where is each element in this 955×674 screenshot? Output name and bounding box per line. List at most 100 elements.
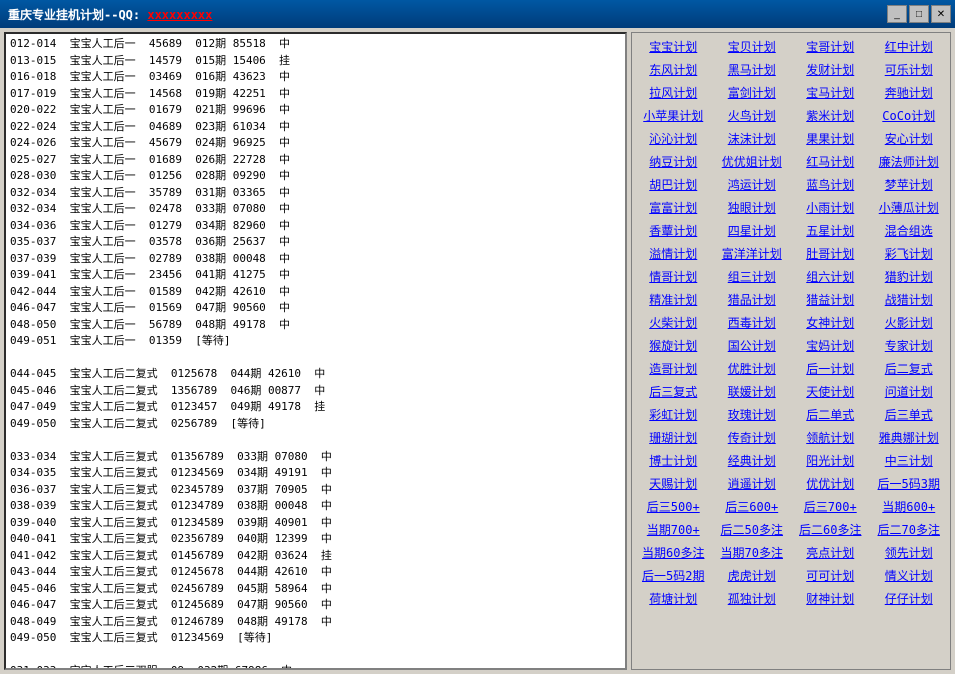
link-item[interactable]: 后三单式 [870,403,949,426]
link-item[interactable]: 胡巴计划 [634,173,713,196]
link-item[interactable]: 优胜计划 [713,357,792,380]
link-item[interactable]: 财神计划 [791,587,870,610]
link-item[interactable]: 博士计划 [634,449,713,472]
link-item[interactable]: 小苹果计划 [634,104,713,127]
link-item[interactable]: 后二70多注 [870,518,949,541]
link-item[interactable]: 后二复式 [870,357,949,380]
link-item[interactable]: CoCo计划 [870,104,949,127]
link-item[interactable]: 当期700+ [634,518,713,541]
link-item[interactable]: 领航计划 [791,426,870,449]
link-item[interactable]: 果果计划 [791,127,870,150]
link-item[interactable]: 火柴计划 [634,311,713,334]
link-item[interactable]: 天赐计划 [634,472,713,495]
link-item[interactable]: 组三计划 [713,265,792,288]
link-item[interactable]: 后三复式 [634,380,713,403]
link-item[interactable]: 造哥计划 [634,357,713,380]
link-item[interactable]: 后三600+ [713,495,792,518]
link-item[interactable]: 联媛计划 [713,380,792,403]
link-item[interactable]: 天使计划 [791,380,870,403]
link-item[interactable]: 荷塘计划 [634,587,713,610]
link-item[interactable]: 奔驰计划 [870,81,949,104]
link-item[interactable]: 后三700+ [791,495,870,518]
link-item[interactable]: 亮点计划 [791,541,870,564]
link-item[interactable]: 拉风计划 [634,81,713,104]
link-item[interactable]: 宝哥计划 [791,35,870,58]
link-item[interactable]: 孤独计划 [713,587,792,610]
link-item[interactable]: 西毒计划 [713,311,792,334]
link-item[interactable]: 领先计划 [870,541,949,564]
link-item[interactable]: 紫米计划 [791,104,870,127]
link-item[interactable]: 肚哥计划 [791,242,870,265]
link-item[interactable]: 后一5码2期 [634,564,713,587]
link-item[interactable]: 小雨计划 [791,196,870,219]
link-item[interactable]: 鸿运计划 [713,173,792,196]
link-item[interactable]: 宝马计划 [791,81,870,104]
link-item[interactable]: 虎虎计划 [713,564,792,587]
link-item[interactable]: 红马计划 [791,150,870,173]
link-item[interactable]: 沫沫计划 [713,127,792,150]
link-item[interactable]: 小薄瓜计划 [870,196,949,219]
link-item[interactable]: 专家计划 [870,334,949,357]
link-item[interactable]: 纳豆计划 [634,150,713,173]
link-item[interactable]: 黑马计划 [713,58,792,81]
link-item[interactable]: 当期600+ [870,495,949,518]
link-item[interactable]: 优优姐计划 [713,150,792,173]
close-button[interactable]: ✕ [931,5,951,23]
link-item[interactable]: 可可计划 [791,564,870,587]
link-item[interactable]: 安心计划 [870,127,949,150]
link-item[interactable]: 东风计划 [634,58,713,81]
link-item[interactable]: 当期70多注 [713,541,792,564]
link-item[interactable]: 富剑计划 [713,81,792,104]
link-item[interactable]: 女神计划 [791,311,870,334]
maximize-button[interactable]: □ [909,5,929,23]
link-item[interactable]: 情义计划 [870,564,949,587]
qq-link[interactable]: xxxxxxxxx [147,8,212,22]
link-item[interactable]: 后二60多注 [791,518,870,541]
link-item[interactable]: 五星计划 [791,219,870,242]
link-item[interactable]: 组六计划 [791,265,870,288]
link-item[interactable]: 后二单式 [791,403,870,426]
text-content[interactable]: 012-014 宝宝人工后一 45689 012期 85518 中 013-01… [6,34,625,668]
link-item[interactable]: 发财计划 [791,58,870,81]
link-item[interactable]: 国公计划 [713,334,792,357]
link-item[interactable]: 独眼计划 [713,196,792,219]
link-item[interactable]: 传奇计划 [713,426,792,449]
link-item[interactable]: 廉法师计划 [870,150,949,173]
link-item[interactable]: 阳光计划 [791,449,870,472]
link-item[interactable]: 梦苹计划 [870,173,949,196]
link-item[interactable]: 宝贝计划 [713,35,792,58]
link-item[interactable]: 混合组选 [870,219,949,242]
link-item[interactable]: 经典计划 [713,449,792,472]
link-item[interactable]: 后一5码3期 [870,472,949,495]
link-item[interactable]: 精准计划 [634,288,713,311]
link-item[interactable]: 香蕈计划 [634,219,713,242]
link-item[interactable]: 情哥计划 [634,265,713,288]
link-item[interactable]: 沁沁计划 [634,127,713,150]
link-item[interactable]: 可乐计划 [870,58,949,81]
link-item[interactable]: 猎益计划 [791,288,870,311]
link-item[interactable]: 仔仔计划 [870,587,949,610]
link-item[interactable]: 后二50多注 [713,518,792,541]
link-item[interactable]: 彩飞计划 [870,242,949,265]
link-item[interactable]: 蓝鸟计划 [791,173,870,196]
link-item[interactable]: 四星计划 [713,219,792,242]
link-item[interactable]: 猎豹计划 [870,265,949,288]
link-item[interactable]: 中三计划 [870,449,949,472]
minimize-button[interactable]: _ [887,5,907,23]
link-item[interactable]: 富富计划 [634,196,713,219]
link-item[interactable]: 雅典娜计划 [870,426,949,449]
link-item[interactable]: 优优计划 [791,472,870,495]
link-item[interactable]: 后三500+ [634,495,713,518]
link-item[interactable]: 火鸟计划 [713,104,792,127]
link-item[interactable]: 富洋洋计划 [713,242,792,265]
link-item[interactable]: 宝妈计划 [791,334,870,357]
link-item[interactable]: 猴旋计划 [634,334,713,357]
link-item[interactable]: 问道计划 [870,380,949,403]
link-item[interactable]: 彩虹计划 [634,403,713,426]
link-item[interactable]: 珊瑚计划 [634,426,713,449]
link-item[interactable]: 逍遥计划 [713,472,792,495]
link-item[interactable]: 当期60多注 [634,541,713,564]
link-item[interactable]: 战猎计划 [870,288,949,311]
link-item[interactable]: 红中计划 [870,35,949,58]
link-item[interactable]: 溢情计划 [634,242,713,265]
